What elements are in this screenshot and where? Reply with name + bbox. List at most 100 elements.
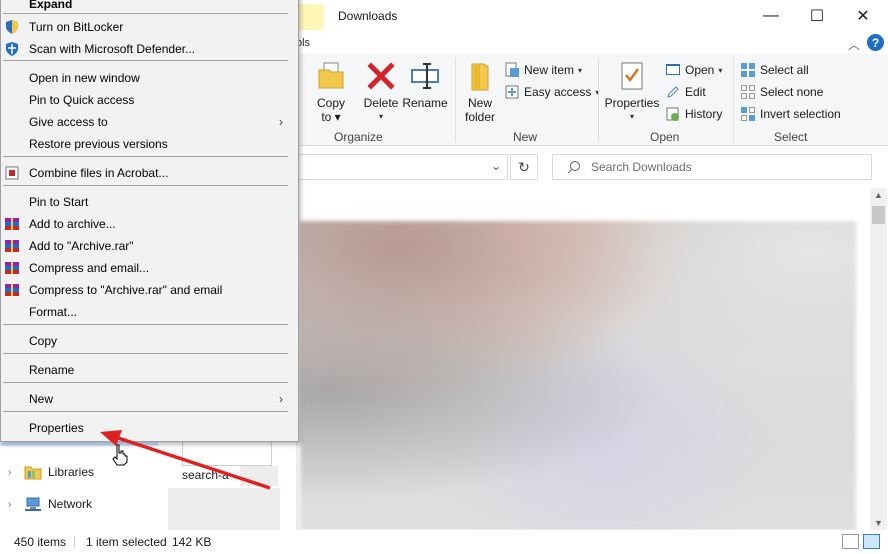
open-group-label: Open — [650, 130, 680, 144]
menu-item-label: Rename — [29, 363, 75, 377]
nav-item-label: Libraries — [48, 465, 95, 479]
new-folder-label: New — [467, 96, 492, 110]
select-none-button[interactable]: Select none — [740, 84, 823, 100]
menu-item-add-archive-rar[interactable]: Add to "Archive.rar" — [1, 235, 298, 257]
new-folder-button[interactable]: New folder — [460, 60, 500, 124]
scroll-up-icon[interactable]: ▲ — [874, 190, 883, 200]
scroll-down-icon[interactable]: ▼ — [874, 518, 883, 528]
defender-icon — [6, 42, 18, 56]
select-all-icon — [741, 63, 755, 77]
easy-access-button[interactable]: Easy access ▾ — [504, 84, 599, 100]
menu-separator — [3, 185, 288, 186]
properties-button[interactable]: Properties ▾ — [604, 60, 660, 124]
new-item-button[interactable]: New item ▾ — [504, 62, 582, 78]
nav-item-label: Network — [48, 497, 93, 511]
open-button[interactable]: Open ▾ — [665, 62, 722, 78]
copy-to-button[interactable]: Copy to ▾ — [312, 60, 350, 124]
menu-item-copy[interactable]: Copy — [1, 330, 298, 352]
winrar-icon — [5, 218, 19, 230]
select-none-icon — [741, 85, 755, 99]
vertical-scrollbar[interactable] — [870, 188, 887, 530]
select-group-label: Select — [774, 130, 808, 144]
menu-separator — [3, 411, 288, 412]
menu-item-label: New — [29, 392, 54, 406]
menu-item-properties[interactable]: Properties — [1, 417, 298, 439]
select-all-button[interactable]: Select all — [740, 62, 809, 78]
menu-item-label: Compress to "Archive.rar" and email — [29, 283, 223, 297]
address-bar[interactable]: ⌄ — [296, 154, 508, 180]
menu-item-scan-defender[interactable]: Scan with Microsoft Defender... — [1, 38, 298, 60]
menu-item-label: Open in new window — [29, 71, 140, 85]
network-icon — [25, 497, 41, 511]
menu-item-label: Restore previous versions — [29, 137, 168, 151]
menu-item-compress-email[interactable]: Compress and email... — [1, 257, 298, 279]
menu-item-turn-on-bitlocker[interactable]: Turn on BitLocker — [1, 16, 298, 38]
menu-item-label: Add to archive... — [29, 217, 116, 231]
minimize-button[interactable]: — — [748, 0, 794, 32]
collapse-ribbon-icon[interactable]: ︿ — [848, 36, 860, 53]
menu-item-combine-acrobat[interactable]: Combine files in Acrobat... — [1, 162, 298, 184]
help-icon[interactable]: ? — [867, 34, 884, 51]
edit-pencil-icon — [667, 86, 679, 98]
copy-to-label: Copy — [316, 96, 345, 110]
invert-selection-button[interactable]: Invert selection — [740, 106, 841, 122]
delete-caret-icon: ▾ — [378, 112, 383, 121]
menu-item-label: Properties — [29, 421, 84, 435]
menu-item-label: Pin to Start — [29, 195, 89, 209]
copy-to-label-2: to ▾ — [321, 110, 341, 124]
window-title: Downloads — [338, 9, 398, 23]
delete-button[interactable]: Delete ▾ — [362, 60, 400, 124]
menu-item-rename[interactable]: Rename — [1, 359, 298, 381]
chevron-right-icon[interactable]: › — [8, 499, 18, 510]
ribbon-separator — [455, 58, 456, 142]
winrar-icon — [5, 262, 19, 274]
edit-label: Edit — [685, 85, 706, 99]
search-input[interactable]: Search Downloads — [552, 154, 872, 180]
search-icon — [567, 160, 581, 174]
invert-selection-label: Invert selection — [760, 107, 841, 121]
menu-separator — [3, 353, 288, 354]
menu-item-pin-start[interactable]: Pin to Start — [1, 191, 298, 213]
history-button[interactable]: History — [665, 106, 722, 122]
close-button[interactable]: ✕ — [840, 0, 886, 32]
file-name-label[interactable]: search-a — [182, 468, 229, 482]
edit-button[interactable]: Edit — [665, 84, 706, 100]
menu-item-restore-versions[interactable]: Restore previous versions — [1, 133, 298, 155]
chevron-right-icon[interactable]: › — [8, 467, 18, 478]
open-caret-icon: ▾ — [718, 65, 723, 75]
easy-access-label: Easy access — [524, 85, 592, 99]
menu-item-label: Combine files in Acrobat... — [29, 166, 169, 180]
file-thumbnail[interactable] — [182, 440, 272, 466]
new-item-icon — [505, 62, 519, 77]
nav-item-network[interactable]: › Network — [8, 496, 92, 512]
new-group-label: New — [513, 130, 538, 144]
menu-item-label: Compress and email... — [29, 261, 150, 275]
file-preview-image[interactable] — [300, 221, 856, 531]
details-view-icon[interactable] — [842, 534, 859, 549]
ribbon-separator — [598, 58, 599, 142]
rename-icon — [411, 63, 439, 89]
menu-item-open-new-window[interactable]: Open in new window — [1, 67, 298, 89]
menu-item-add-archive[interactable]: Add to archive... — [1, 213, 298, 235]
refresh-button[interactable]: ↻ — [510, 154, 538, 180]
select-all-label: Select all — [760, 63, 809, 77]
search-placeholder: Search Downloads — [591, 160, 692, 174]
scrollbar-thumb[interactable] — [872, 206, 885, 224]
submenu-chevron-icon: › — [279, 115, 283, 129]
properties-caret-icon: ▾ — [629, 112, 634, 121]
menu-item-give-access[interactable]: Give access to › — [1, 111, 298, 133]
menu-separator — [3, 324, 288, 325]
menu-item-new[interactable]: New › — [1, 388, 298, 410]
status-bar: 450 items 1 item selected 142 KB — [0, 530, 888, 554]
large-icons-view-icon[interactable] — [863, 534, 880, 549]
invert-selection-icon — [741, 107, 755, 121]
nav-item-libraries[interactable]: › Libraries — [8, 464, 94, 480]
menu-item-format[interactable]: Format... — [1, 301, 298, 323]
menu-item-pin-quick-access[interactable]: Pin to Quick access — [1, 89, 298, 111]
menu-separator — [3, 60, 288, 61]
menu-item-compress-rar-email[interactable]: Compress to "Archive.rar" and email — [1, 279, 298, 301]
rename-button[interactable]: Rename — [402, 60, 448, 110]
address-dropdown-icon[interactable]: ⌄ — [491, 159, 501, 173]
file-item-redacted — [168, 488, 280, 534]
maximize-button[interactable]: ☐ — [794, 0, 840, 32]
